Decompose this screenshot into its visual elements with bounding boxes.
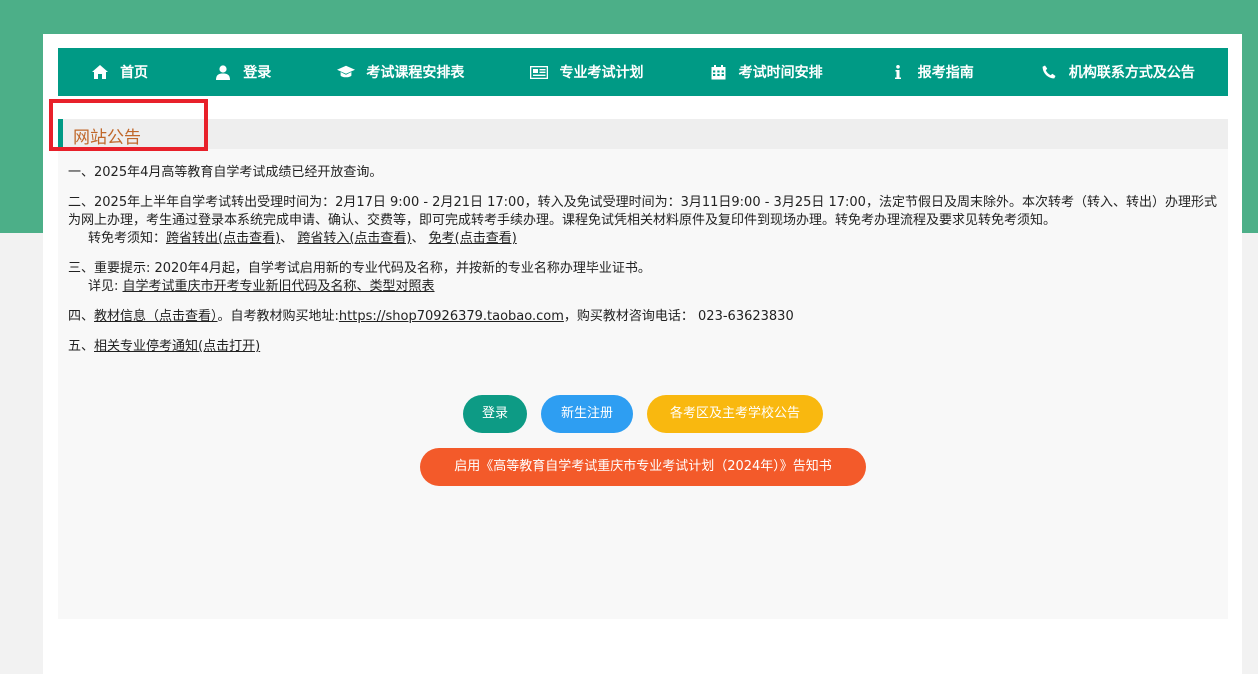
calendar-icon bbox=[710, 64, 728, 80]
exemption-link[interactable]: 免考(点击查看) bbox=[429, 231, 517, 246]
newspaper-icon bbox=[530, 64, 549, 80]
login-button[interactable]: 登录 bbox=[463, 395, 527, 433]
notice-item-3: 三、重要提示: 2020年4月起，自学考试启用新的专业代码及名称，并按新的专业名… bbox=[68, 260, 1218, 296]
action-buttons: 登录 新生注册 各考区及主考学校公告 bbox=[58, 395, 1228, 433]
major-code-table-link[interactable]: 自学考试重庆市开考专业新旧代码及名称、类型对照表 bbox=[123, 279, 435, 294]
notice-text: 二、2025年上半年自学考试转出受理时间为：2月17日 9:00 - 2月21日… bbox=[68, 195, 1217, 228]
notice-item-5: 五、相关专业停考通知(点击打开) bbox=[68, 338, 1218, 356]
notice-panel: 网站公告 一、2025年4月高等教育自学考试成绩已经开放查询。 二、2025年上… bbox=[49, 99, 1228, 619]
notice-item-1: 一、2025年4月高等教育自学考试成绩已经开放查询。 bbox=[68, 164, 1218, 182]
transfer-in-link[interactable]: 跨省转入(点击查看) bbox=[297, 231, 411, 246]
nav-item-exam-plan[interactable]: 专业考试计划 bbox=[530, 62, 643, 82]
suspension-notice-link[interactable]: 相关专业停考通知(点击打开) bbox=[94, 339, 260, 354]
highlight-annotation-box bbox=[49, 99, 208, 151]
nav-item-course-schedule[interactable]: 考试课程安排表 bbox=[337, 62, 464, 82]
notice-text: ，购买教材咨询电话： 023-63623830 bbox=[563, 309, 794, 324]
textbook-info-link[interactable]: 教材信息（点击查看） bbox=[94, 309, 218, 324]
notice-sub-line: 详见: 自学考试重庆市开考专业新旧代码及名称、类型对照表 bbox=[68, 278, 1218, 296]
separator: 、 bbox=[411, 231, 425, 246]
notice-sub-prefix: 详见: bbox=[88, 279, 123, 294]
notice-prefix: 四、 bbox=[68, 309, 95, 324]
nav-item-guide[interactable]: 报考指南 bbox=[889, 62, 974, 82]
notice-item-4: 四、教材信息（点击查看）。自考教材购买地址:https://shop709263… bbox=[68, 308, 1218, 326]
textbook-shop-link[interactable]: https://shop70926379.taobao.com bbox=[339, 309, 564, 324]
notice-item-2: 二、2025年上半年自学考试转出受理时间为：2月17日 9:00 - 2月21日… bbox=[68, 194, 1218, 248]
nav-item-label: 考试课程安排表 bbox=[366, 65, 465, 81]
notice-text: 一、2025年4月高等教育自学考试成绩已经开放查询。 bbox=[68, 165, 383, 180]
user-icon bbox=[214, 64, 232, 80]
notice-sub-prefix: 转免考须知： bbox=[88, 231, 167, 246]
nav-item-label: 专业考试计划 bbox=[559, 65, 644, 81]
notice-text: 三、重要提示: 2020年4月起，自学考试启用新的专业代码及名称，并按新的专业名… bbox=[68, 261, 651, 276]
nav-item-home[interactable]: 首页 bbox=[91, 62, 148, 82]
phone-icon bbox=[1040, 64, 1058, 80]
notice-header: 网站公告 bbox=[58, 119, 1228, 149]
info-icon bbox=[889, 64, 907, 80]
notice-list: 一、2025年4月高等教育自学考试成绩已经开放查询。 二、2025年上半年自学考… bbox=[68, 164, 1218, 368]
register-button[interactable]: 新生注册 bbox=[541, 395, 633, 433]
nav-item-label: 登录 bbox=[243, 65, 272, 81]
transfer-out-link[interactable]: 跨省转出(点击查看) bbox=[166, 231, 280, 246]
home-icon bbox=[91, 64, 109, 80]
nav-item-login[interactable]: 登录 bbox=[214, 62, 271, 82]
top-nav: 首页 登录 考试课程安排表 专业考试计划 考试时间安排 报考指南 机构联系方式及… bbox=[58, 48, 1228, 96]
nav-item-contact[interactable]: 机构联系方式及公告 bbox=[1040, 62, 1195, 82]
notice-sub-line: 转免考须知：跨省转出(点击查看)、 跨省转入(点击查看)、 免考(点击查看) bbox=[68, 230, 1218, 248]
notice-prefix: 五、 bbox=[68, 339, 95, 354]
graduation-cap-icon bbox=[337, 64, 356, 80]
nav-item-label: 机构联系方式及公告 bbox=[1068, 65, 1195, 81]
nav-item-label: 考试时间安排 bbox=[738, 65, 823, 81]
exam-notice-button[interactable]: 各考区及主考学校公告 bbox=[647, 395, 823, 433]
nav-item-label: 首页 bbox=[120, 65, 149, 81]
nav-item-exam-time[interactable]: 考试时间安排 bbox=[710, 62, 823, 82]
main-card: 首页 登录 考试课程安排表 专业考试计划 考试时间安排 报考指南 机构联系方式及… bbox=[43, 34, 1242, 674]
separator: 、 bbox=[280, 231, 294, 246]
nav-item-label: 报考指南 bbox=[917, 65, 974, 81]
notice-text: 。自考教材购买地址: bbox=[217, 309, 339, 324]
plan-notice-button[interactable]: 启用《高等教育自学考试重庆市专业考试计划（2024年）》告知书 bbox=[420, 448, 866, 486]
